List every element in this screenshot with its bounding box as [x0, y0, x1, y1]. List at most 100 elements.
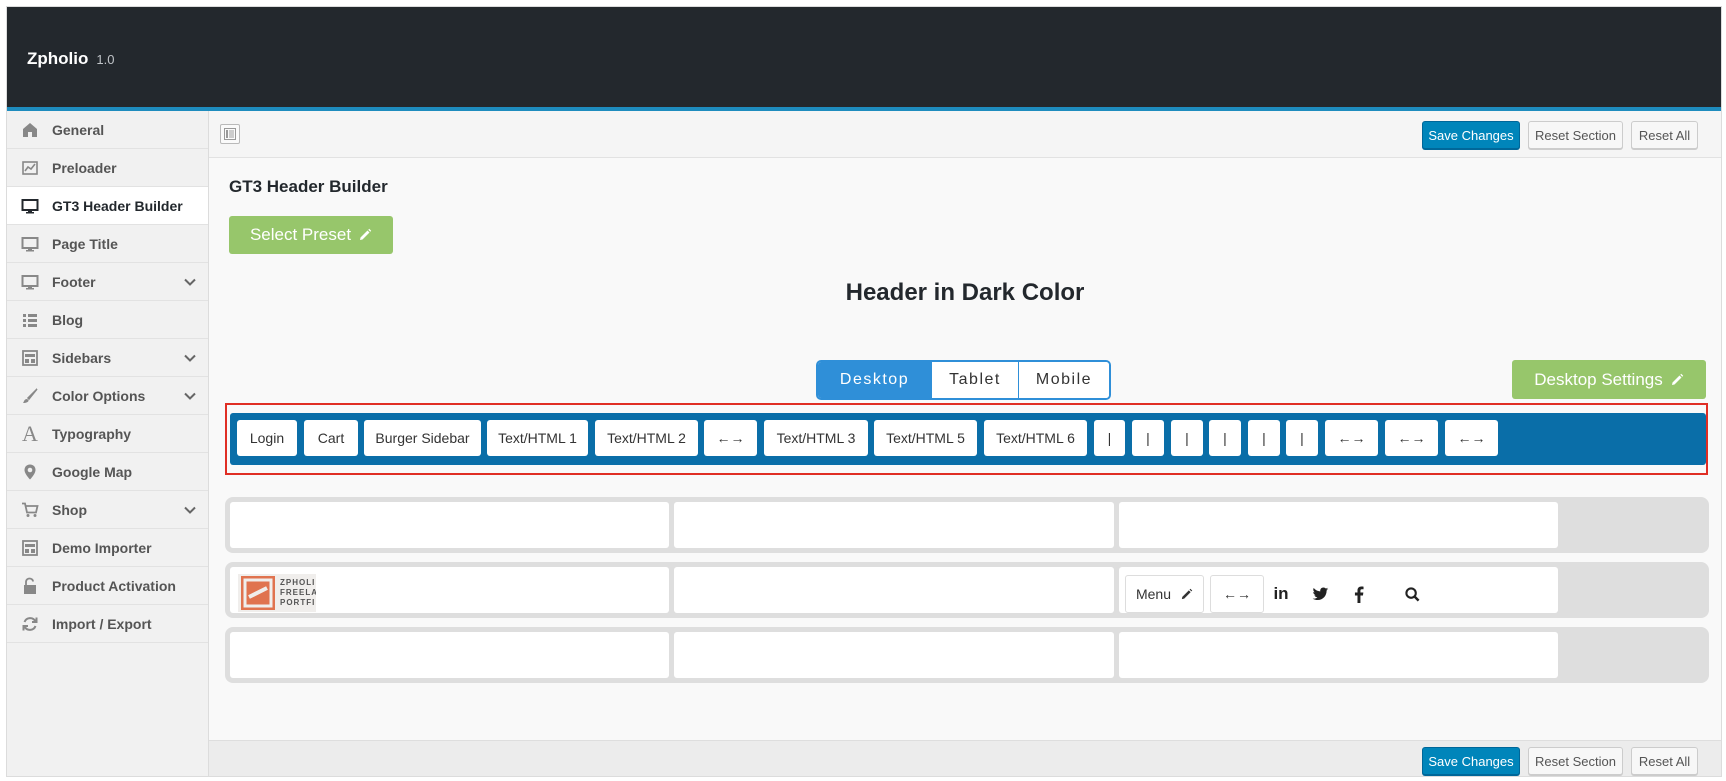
- list-icon: [19, 309, 41, 331]
- content-area: GT3 Header Builder Select Preset Header …: [209, 158, 1721, 740]
- pool-item-delimiter[interactable]: |: [1286, 420, 1318, 456]
- tab-desktop[interactable]: Desktop: [818, 362, 932, 398]
- save-changes-button[interactable]: Save Changes: [1422, 121, 1520, 149]
- pool-item-delimiter[interactable]: |: [1248, 420, 1280, 456]
- facebook-icon[interactable]: [1349, 584, 1369, 604]
- chevron-down-icon[interactable]: [183, 389, 197, 403]
- pool-item-delimiter[interactable]: |: [1132, 420, 1164, 456]
- sidebar-item-product-activation[interactable]: Product Activation: [7, 567, 208, 605]
- drop-zone-left[interactable]: [230, 632, 669, 678]
- pool-item-text-html-1[interactable]: Text/HTML 1: [487, 420, 588, 456]
- drop-zone-right[interactable]: [1119, 632, 1558, 678]
- drop-zone-center[interactable]: [674, 567, 1114, 613]
- sidebar-item-footer[interactable]: Footer: [7, 263, 208, 301]
- tab-tablet[interactable]: Tablet: [932, 362, 1019, 398]
- reset-section-button[interactable]: Reset Section: [1528, 121, 1623, 149]
- pool-item-spacer[interactable]: ←→: [704, 420, 757, 456]
- cart-icon: [19, 499, 41, 521]
- pool-item-delimiter[interactable]: |: [1209, 420, 1241, 456]
- device-switcher: Desktop Tablet Mobile: [816, 360, 1111, 400]
- sidebar-item-label: Demo Importer: [52, 539, 152, 556]
- sidebar-item-label: Page Title: [52, 235, 118, 252]
- pool-item-text-html-2[interactable]: Text/HTML 2: [595, 420, 698, 456]
- pool-item-cart[interactable]: Cart: [304, 420, 358, 456]
- monitor-icon: [19, 271, 41, 293]
- sidebar-item-label: Google Map: [52, 463, 133, 480]
- menu-element[interactable]: Menu: [1125, 575, 1204, 613]
- sidebar-item-label: Shop: [52, 501, 87, 518]
- tab-mobile[interactable]: Mobile: [1019, 362, 1109, 398]
- spacer-element[interactable]: ←→: [1210, 575, 1264, 613]
- linkedin-icon[interactable]: in: [1271, 584, 1291, 604]
- reset-all-button[interactable]: Reset All: [1631, 747, 1698, 775]
- logo-icon: [241, 576, 275, 610]
- header-row-middle: ZPHOLI FREELA PORTFI Menu ←→ in: [225, 562, 1709, 618]
- pool-item-burger-sidebar[interactable]: Burger Sidebar: [364, 420, 481, 456]
- pool-item-delimiter[interactable]: |: [1094, 420, 1125, 456]
- menu-label: Menu: [1135, 586, 1172, 602]
- pencil-icon[interactable]: [1180, 588, 1193, 601]
- sidebar-item-label: Blog: [52, 311, 84, 328]
- pool-item-text-html-5[interactable]: Text/HTML 5: [874, 420, 977, 456]
- brand-name: Zpholio: [27, 49, 89, 68]
- sidebar-item-gt3-header-builder[interactable]: GT3 Header Builder: [7, 187, 208, 225]
- twitter-icon[interactable]: [1310, 584, 1330, 604]
- drop-zone-right[interactable]: Menu ←→ in: [1119, 567, 1558, 613]
- brush-icon: [19, 385, 41, 407]
- layout-icon: [19, 347, 41, 369]
- sidebar-item-label: General: [52, 121, 105, 138]
- drop-zone-center[interactable]: [674, 502, 1114, 548]
- sidebar-item-label: Import / Export: [52, 615, 152, 632]
- sidebar-item-general[interactable]: General: [7, 111, 208, 149]
- sidebar-item-color-options[interactable]: Color Options: [7, 377, 208, 415]
- logo-element[interactable]: ZPHOLI FREELA PORTFI: [238, 574, 316, 612]
- search-icon[interactable]: [1402, 584, 1422, 604]
- element-pool: Login Cart Burger Sidebar Text/HTML 1 Te…: [230, 413, 1706, 465]
- header-row-top: [225, 497, 1709, 553]
- pool-item-spacer[interactable]: ←→: [1445, 420, 1498, 456]
- select-preset-button[interactable]: Select Preset: [229, 216, 393, 254]
- layout-icon: [19, 537, 41, 559]
- desktop-settings-button[interactable]: Desktop Settings: [1512, 360, 1706, 399]
- sidebar-item-page-title[interactable]: Page Title: [7, 225, 208, 263]
- sidebar-item-google-map[interactable]: Google Map: [7, 453, 208, 491]
- pencil-icon: [358, 228, 372, 242]
- desktop-settings-label: Desktop Settings: [1534, 369, 1663, 389]
- drop-zone-center[interactable]: [674, 632, 1114, 678]
- pool-item-delimiter[interactable]: |: [1171, 420, 1203, 456]
- sidebar-item-typography[interactable]: A Typography: [7, 415, 208, 453]
- chevron-down-icon[interactable]: [183, 351, 197, 365]
- drop-zone-left[interactable]: [230, 502, 669, 548]
- logo-wordmark: ZPHOLI FREELA PORTFI: [280, 578, 316, 607]
- expand-toggle-icon[interactable]: [220, 124, 240, 144]
- sidebar-item-shop[interactable]: Shop: [7, 491, 208, 529]
- top-toolbar: Save Changes Reset Section Reset All: [209, 111, 1721, 158]
- select-preset-label: Select Preset: [249, 225, 352, 244]
- home-icon: [19, 119, 41, 141]
- reset-section-button[interactable]: Reset Section: [1528, 747, 1623, 775]
- pool-item-spacer[interactable]: ←→: [1385, 420, 1438, 456]
- top-bar: Zpholio 1.0: [7, 7, 1721, 111]
- main-panel: Save Changes Reset Section Reset All GT3…: [209, 111, 1721, 776]
- map-pin-icon: [19, 461, 41, 483]
- sidebar-item-sidebars[interactable]: Sidebars: [7, 339, 208, 377]
- header-row-bottom: [225, 627, 1709, 683]
- chevron-down-icon[interactable]: [183, 503, 197, 517]
- sidebar-item-label: Preloader: [52, 159, 117, 176]
- reset-all-button[interactable]: Reset All: [1631, 121, 1698, 149]
- pool-item-spacer[interactable]: ←→: [1325, 420, 1378, 456]
- monitor-icon: [19, 233, 41, 255]
- pool-item-text-html-3[interactable]: Text/HTML 3: [764, 420, 868, 456]
- sidebar-item-preloader[interactable]: Preloader: [7, 149, 208, 187]
- sidebar-item-blog[interactable]: Blog: [7, 301, 208, 339]
- chevron-down-icon[interactable]: [183, 275, 197, 289]
- sidebar-item-label: Color Options: [52, 387, 146, 404]
- pool-item-text-html-6[interactable]: Text/HTML 6: [984, 420, 1087, 456]
- sidebar-item-import-export[interactable]: Import / Export: [7, 605, 208, 643]
- pool-item-login[interactable]: Login: [237, 420, 297, 456]
- drop-zone-left[interactable]: ZPHOLI FREELA PORTFI: [230, 567, 669, 613]
- monitor-icon: [19, 195, 41, 217]
- drop-zone-right[interactable]: [1119, 502, 1558, 548]
- sidebar-item-demo-importer[interactable]: Demo Importer: [7, 529, 208, 567]
- save-changes-button[interactable]: Save Changes: [1422, 747, 1520, 775]
